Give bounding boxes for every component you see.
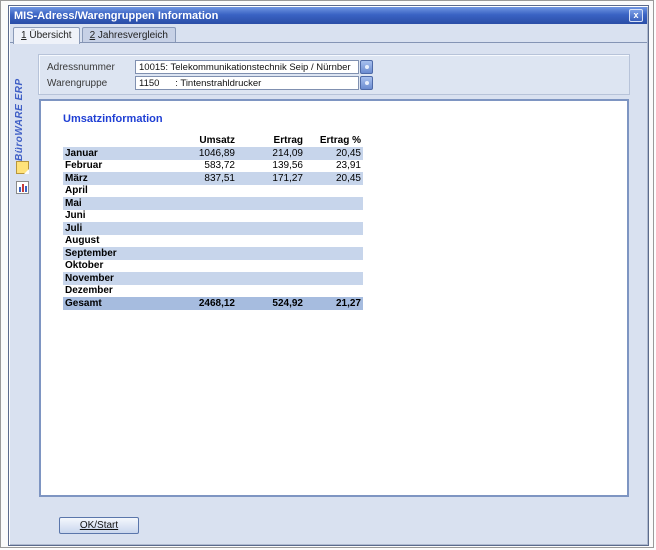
header-umsatz: Umsatz [163,135,237,146]
umsatz-panel: Umsatzinformation Umsatz Ertrag Ertrag %… [39,99,629,497]
table-row[interactable]: September [63,247,363,260]
header-ertrag: Ertrag [237,135,305,146]
chart-icon-bar [19,187,21,192]
cell-ertrag: 524,92 [237,298,305,309]
table-row[interactable]: Mai [63,197,363,210]
umsatz-table: Umsatz Ertrag Ertrag % Januar1046,89214,… [63,133,363,310]
cell-month: März [63,173,163,184]
cell-ertrag-pct: 20,45 [305,148,363,159]
adressnummer-dropdown-button[interactable] [360,60,373,74]
table-row[interactable]: August [63,235,363,248]
cell-month: Februar [63,160,163,171]
cell-month: Dezember [63,285,163,296]
warengruppe-input[interactable]: 1150 : Tintenstrahldrucker [135,76,359,90]
table-row[interactable]: März837,51171,2720,45 [63,172,363,185]
filter-form: Adressnummer 10015: Telekommunikationste… [38,54,630,95]
table-total-row[interactable]: Gesamt2468,12524,9221,27 [63,297,363,310]
close-icon[interactable]: x [629,9,643,22]
tab-jahresvergleich[interactable]: 2 Jahresvergleich [82,27,176,43]
warengruppe-dropdown-button[interactable] [360,76,373,90]
adressnummer-input[interactable]: 10015: Telekommunikationstechnik Seip / … [135,60,359,74]
cell-month: April [63,185,163,196]
warengruppe-label: Warengruppe [47,78,135,89]
ok-start-button[interactable]: OK/Start [59,517,139,534]
screen: MIS-Adress/Warengruppen Information x 1 … [0,0,654,548]
cell-month: Juli [63,223,163,234]
cell-umsatz: 2468,12 [163,298,237,309]
cell-month: Oktober [63,260,163,271]
table-row[interactable]: April [63,185,363,198]
chart-icon-bar [22,184,24,192]
chart-icon[interactable] [16,181,29,194]
cell-ertrag: 214,09 [237,148,305,159]
table-row[interactable]: Januar1046,89214,0920,45 [63,147,363,160]
window-title: MIS-Adress/Warengruppen Information [14,10,218,22]
sidebar: BüroWARE ERP [10,43,36,544]
table-row[interactable]: Juni [63,210,363,223]
app-window: MIS-Adress/Warengruppen Information x 1 … [8,5,649,546]
cell-ertrag: 139,56 [237,160,305,171]
table-row[interactable]: Oktober [63,260,363,273]
umsatz-table-rows: Januar1046,89214,0920,45Februar583,72139… [63,147,363,310]
table-row[interactable]: Dezember [63,285,363,298]
notes-icon[interactable] [16,161,29,174]
cell-month: Mai [63,198,163,209]
cell-umsatz: 837,51 [163,173,237,184]
cell-ertrag-pct: 23,91 [305,160,363,171]
chart-icon-bar [25,186,27,192]
cell-ertrag-pct: 21,27 [305,298,363,309]
content-area: BüroWARE ERP Adressnummer 10015: Telekom… [10,42,647,544]
table-header-row: Umsatz Ertrag Ertrag % [63,133,363,147]
adressnummer-label: Adressnummer [47,62,135,73]
cell-umsatz: 1046,89 [163,148,237,159]
cell-umsatz: 583,72 [163,160,237,171]
panel-title: Umsatzinformation [63,113,163,125]
table-row[interactable]: Juli [63,222,363,235]
cell-ertrag: 171,27 [237,173,305,184]
table-row[interactable]: Februar583,72139,5623,91 [63,160,363,173]
cell-month: November [63,273,163,284]
tab-uebersicht[interactable]: 1 Übersicht [13,27,80,44]
header-ertrag-pct: Ertrag % [305,135,363,146]
cell-month: August [63,235,163,246]
brand-logo: BüroWARE ERP [14,51,25,161]
adressnummer-row: Adressnummer 10015: Telekommunikationste… [47,59,629,75]
title-bar: MIS-Adress/Warengruppen Information x [10,7,647,24]
cell-month: Januar [63,148,163,159]
cell-ertrag-pct: 20,45 [305,173,363,184]
warengruppe-row: Warengruppe 1150 : Tintenstrahldrucker [47,75,629,91]
table-row[interactable]: November [63,272,363,285]
cell-month: September [63,248,163,259]
cell-month: Gesamt [63,298,163,309]
tab-strip: 1 Übersicht 2 Jahresvergleich [13,26,176,43]
cell-month: Juni [63,210,163,221]
